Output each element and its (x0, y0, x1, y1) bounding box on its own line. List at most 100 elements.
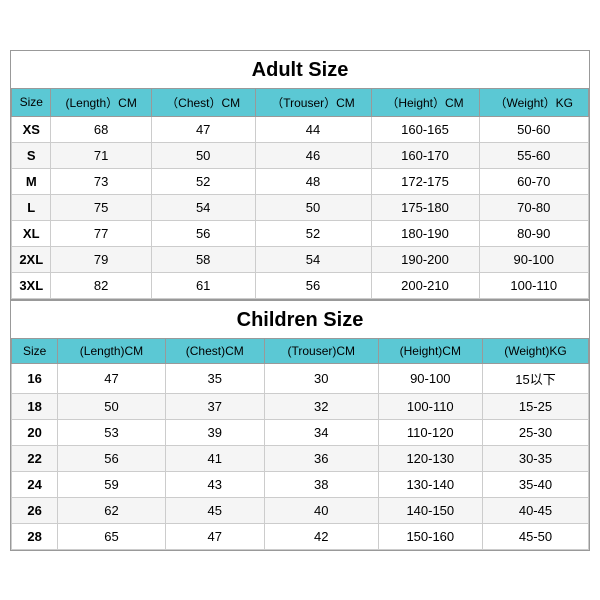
table-cell: 130-140 (378, 471, 482, 497)
table-cell: 59 (58, 471, 165, 497)
adult-header-cell: （Weight）KG (479, 88, 589, 116)
table-cell: 75 (51, 194, 151, 220)
table-cell: 24 (12, 471, 58, 497)
table-cell: 50-60 (479, 116, 589, 142)
table-cell: 35 (165, 363, 264, 393)
table-row: M735248172-17560-70 (12, 168, 589, 194)
children-header-row: Size(Length)CM(Chest)CM(Trouser)CM(Heigh… (12, 338, 589, 363)
table-cell: 200-210 (371, 272, 479, 298)
table-cell: 77 (51, 220, 151, 246)
table-cell: 30 (264, 363, 378, 393)
table-cell: 110-120 (378, 419, 482, 445)
table-cell: 175-180 (371, 194, 479, 220)
table-cell: S (12, 142, 51, 168)
table-cell: 25-30 (482, 419, 588, 445)
table-cell: 30-35 (482, 445, 588, 471)
table-cell: 47 (151, 116, 255, 142)
children-thead: Size(Length)CM(Chest)CM(Trouser)CM(Heigh… (12, 338, 589, 363)
table-cell: 45-50 (482, 523, 588, 549)
children-header-cell: (Chest)CM (165, 338, 264, 363)
table-cell: 47 (165, 523, 264, 549)
table-cell: 140-150 (378, 497, 482, 523)
table-cell: 73 (51, 168, 151, 194)
table-row: 22564136120-13030-35 (12, 445, 589, 471)
table-cell: 2XL (12, 246, 51, 272)
adult-title: Adult Size (11, 51, 589, 88)
table-cell: 150-160 (378, 523, 482, 549)
table-cell: 172-175 (371, 168, 479, 194)
adult-tbody: XS684744160-16550-60S715046160-17055-60M… (12, 116, 589, 298)
table-cell: 38 (264, 471, 378, 497)
table-cell: 61 (151, 272, 255, 298)
table-cell: 45 (165, 497, 264, 523)
table-cell: 47 (58, 363, 165, 393)
table-cell: XL (12, 220, 51, 246)
children-header-cell: Size (12, 338, 58, 363)
table-cell: 190-200 (371, 246, 479, 272)
adult-header-cell: （Chest）CM (151, 88, 255, 116)
table-cell: 15-25 (482, 393, 588, 419)
table-row: XS684744160-16550-60 (12, 116, 589, 142)
table-row: 26624540140-15040-45 (12, 497, 589, 523)
table-cell: 50 (255, 194, 371, 220)
table-cell: 180-190 (371, 220, 479, 246)
children-table: Size(Length)CM(Chest)CM(Trouser)CM(Heigh… (11, 338, 589, 550)
table-cell: 80-90 (479, 220, 589, 246)
table-cell: M (12, 168, 51, 194)
table-cell: 60-70 (479, 168, 589, 194)
children-header-cell: (Weight)KG (482, 338, 588, 363)
adult-header-cell: Size (12, 88, 51, 116)
table-cell: 54 (151, 194, 255, 220)
table-cell: 40-45 (482, 497, 588, 523)
table-cell: 43 (165, 471, 264, 497)
table-cell: 90-100 (479, 246, 589, 272)
table-cell: 42 (264, 523, 378, 549)
table-row: 2XL795854190-20090-100 (12, 246, 589, 272)
table-cell: 39 (165, 419, 264, 445)
table-cell: 53 (58, 419, 165, 445)
table-cell: 79 (51, 246, 151, 272)
table-cell: 41 (165, 445, 264, 471)
adult-header-cell: （Trouser）CM (255, 88, 371, 116)
table-cell: 100-110 (479, 272, 589, 298)
table-cell: 160-170 (371, 142, 479, 168)
table-cell: L (12, 194, 51, 220)
table-cell: 26 (12, 497, 58, 523)
adult-thead: Size(Length）CM（Chest）CM（Trouser）CM（Heigh… (12, 88, 589, 116)
table-cell: 36 (264, 445, 378, 471)
table-cell: 20 (12, 419, 58, 445)
table-cell: 62 (58, 497, 165, 523)
children-header-cell: (Length)CM (58, 338, 165, 363)
table-cell: 82 (51, 272, 151, 298)
table-row: 3XL826156200-210100-110 (12, 272, 589, 298)
table-row: 18503732100-11015-25 (12, 393, 589, 419)
table-cell: 56 (58, 445, 165, 471)
table-cell: 37 (165, 393, 264, 419)
table-cell: XS (12, 116, 51, 142)
table-cell: 71 (51, 142, 151, 168)
table-cell: 70-80 (479, 194, 589, 220)
children-tbody: 1647353090-10015以下18503732100-11015-2520… (12, 363, 589, 549)
table-cell: 35-40 (482, 471, 588, 497)
table-cell: 34 (264, 419, 378, 445)
children-title: Children Size (11, 299, 589, 338)
table-cell: 50 (151, 142, 255, 168)
table-cell: 50 (58, 393, 165, 419)
table-cell: 160-165 (371, 116, 479, 142)
adult-header-row: Size(Length）CM（Chest）CM（Trouser）CM（Heigh… (12, 88, 589, 116)
table-row: XL775652180-19080-90 (12, 220, 589, 246)
table-cell: 44 (255, 116, 371, 142)
table-cell: 52 (255, 220, 371, 246)
table-cell: 46 (255, 142, 371, 168)
adult-header-cell: （Height）CM (371, 88, 479, 116)
adult-header-cell: (Length）CM (51, 88, 151, 116)
table-cell: 32 (264, 393, 378, 419)
table-row: L755450175-18070-80 (12, 194, 589, 220)
table-row: 28654742150-16045-50 (12, 523, 589, 549)
table-cell: 56 (255, 272, 371, 298)
table-cell: 22 (12, 445, 58, 471)
table-cell: 28 (12, 523, 58, 549)
table-row: 24594338130-14035-40 (12, 471, 589, 497)
table-cell: 3XL (12, 272, 51, 298)
adult-table: Size(Length）CM（Chest）CM（Trouser）CM（Heigh… (11, 88, 589, 299)
